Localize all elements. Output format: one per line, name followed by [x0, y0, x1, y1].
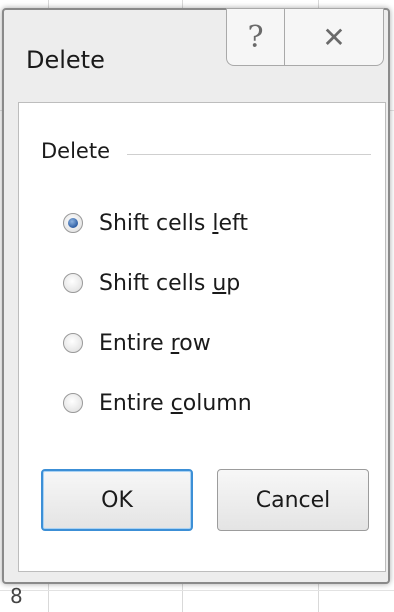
close-button[interactable]: ✕ — [284, 8, 384, 66]
option-entire-column[interactable]: Entire column — [63, 387, 252, 419]
option-label: Shift cells left — [99, 210, 248, 236]
option-entire-row[interactable]: Entire row — [63, 327, 211, 359]
radio-shift-cells-left[interactable] — [63, 213, 83, 233]
delete-dialog: Delete ? ✕ Delete Shift cells left Shift… — [2, 8, 390, 584]
option-shift-cells-up[interactable]: Shift cells up — [63, 267, 240, 299]
help-button[interactable]: ? — [226, 8, 284, 66]
radio-entire-row[interactable] — [63, 333, 83, 353]
ok-button[interactable]: OK — [41, 469, 193, 531]
option-label: Entire column — [99, 390, 252, 416]
option-label: Entire row — [99, 330, 211, 356]
radio-shift-cells-up[interactable] — [63, 273, 83, 293]
question-mark-icon: ? — [247, 19, 264, 55]
dialog-content: Delete Shift cells left Shift cells up E… — [18, 102, 386, 572]
dialog-title: Delete — [26, 46, 105, 74]
cancel-button[interactable]: Cancel — [217, 469, 369, 531]
row-number: 8 — [10, 584, 23, 608]
group-divider — [127, 154, 371, 155]
group-label: Delete — [41, 139, 110, 163]
title-bar[interactable]: Delete ? ✕ — [4, 8, 388, 102]
grid-line — [0, 590, 394, 591]
close-icon: ✕ — [322, 20, 346, 54]
radio-entire-column[interactable] — [63, 393, 83, 413]
option-label: Shift cells up — [99, 270, 241, 296]
option-shift-cells-left[interactable]: Shift cells left — [63, 207, 248, 239]
